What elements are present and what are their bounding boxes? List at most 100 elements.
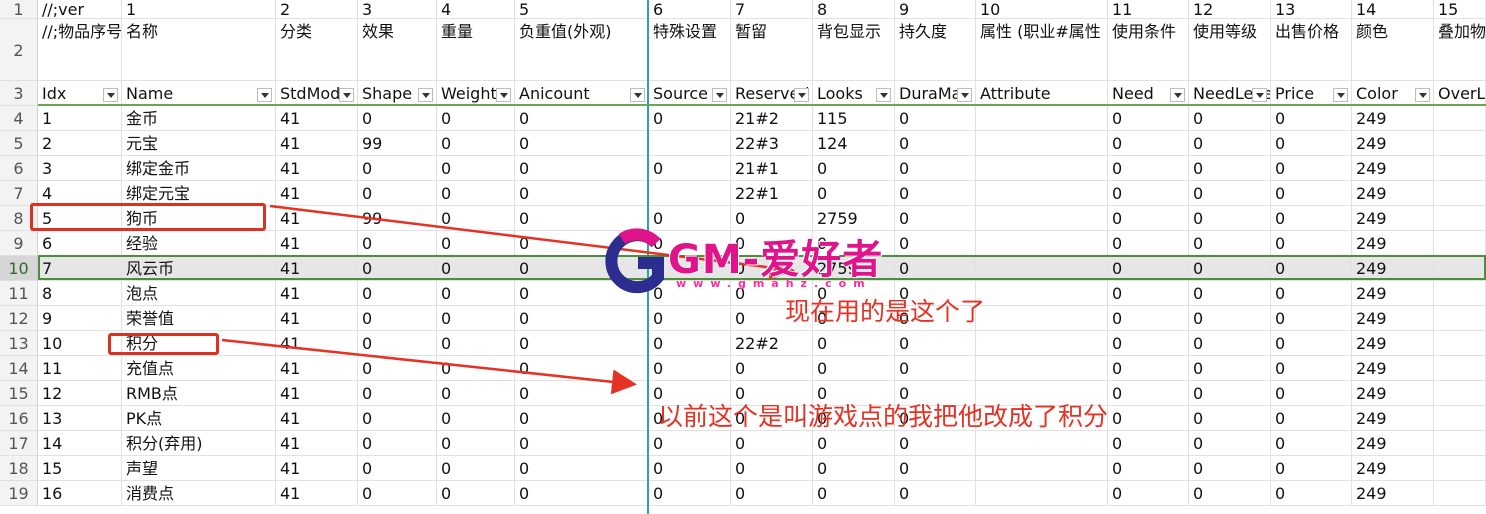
table-cell[interactable]: 249 [1352,106,1434,131]
table-cell[interactable]: 0 [813,406,895,431]
column-header-cell[interactable]: 10 [976,0,1108,19]
row-number[interactable]: 12 [0,306,38,331]
table-cell[interactable]: 21#1 [731,156,813,181]
table-cell[interactable]: 0 [649,281,731,306]
table-cell[interactable]: 0 [1271,131,1352,156]
row-number[interactable]: 2 [0,19,38,81]
column-header-cell[interactable]: Reserved [731,81,813,106]
column-header-cell[interactable]: 7 [731,0,813,19]
table-row[interactable]: 6 3 绑定金币 41 0 0 0 0 21#1 0 0 0 0 0 249 [0,156,1486,181]
table-cell[interactable] [976,481,1108,506]
table-cell[interactable]: RMB点 [122,381,276,406]
table-cell[interactable]: 0 [1108,181,1189,206]
table-cell[interactable]: 22#2 [731,331,813,356]
table-cell[interactable] [976,106,1108,131]
table-cell[interactable]: 0 [1108,381,1189,406]
column-header-cell[interactable]: Color [1352,81,1434,106]
table-cell[interactable]: 0 [1271,356,1352,381]
table-cell[interactable]: 0 [358,281,437,306]
table-row[interactable]: 5 2 元宝 41 99 0 0 22#3 124 0 0 0 0 249 [0,131,1486,156]
table-cell[interactable] [649,131,731,156]
table-cell[interactable]: 0 [649,231,731,256]
row-number[interactable]: 7 [0,181,38,206]
header-row[interactable]: 2//;物品序号 名称 分类 效果 重量 负重值(外观) 特殊设置 暂留 背包显示 持久度 属性 (… [0,19,1486,81]
table-cell[interactable]: 6 [38,231,122,256]
table-cell[interactable]: 0 [649,106,731,131]
table-row[interactable]: 19 16 消费点 41 0 0 0 0 0 0 0 0 0 0 249 [0,481,1486,506]
table-cell[interactable]: 0 [813,431,895,456]
table-cell[interactable]: 0 [731,281,813,306]
table-cell[interactable]: 115 [813,106,895,131]
table-cell[interactable] [1434,331,1486,356]
table-cell[interactable]: 0 [1271,306,1352,331]
column-header-cell[interactable]: 2 [276,0,358,19]
row-number[interactable]: 13 [0,331,38,356]
table-cell[interactable]: 0 [1189,456,1271,481]
table-cell[interactable]: 249 [1352,206,1434,231]
column-header-cell[interactable]: 8 [813,0,895,19]
table-cell[interactable]: 0 [515,306,649,331]
table-cell[interactable]: 41 [276,381,358,406]
column-header-cell[interactable]: Idx [38,81,122,106]
table-cell[interactable]: 0 [649,381,731,406]
column-header-cell[interactable]: 9 [895,0,976,19]
column-header-cell[interactable]: 13 [1271,0,1352,19]
table-cell[interactable]: 0 [1108,256,1189,281]
table-cell[interactable]: 0 [895,456,976,481]
table-cell[interactable]: 0 [437,131,515,156]
table-cell[interactable] [1434,406,1486,431]
table-row[interactable]: 12 9 荣誉值 41 0 0 0 0 0 0 0 0 0 0 249 [0,306,1486,331]
column-header-cell[interactable]: 15 [1434,0,1486,19]
table-cell[interactable]: 0 [813,306,895,331]
table-cell[interactable]: 2759 [813,256,895,281]
table-cell[interactable]: 泡点 [122,281,276,306]
table-cell[interactable]: 0 [1271,281,1352,306]
table-cell[interactable]: 0 [1108,156,1189,181]
table-cell[interactable]: 金币 [122,106,276,131]
table-cell[interactable]: 0 [1108,131,1189,156]
table-cell[interactable]: 12 [38,381,122,406]
table-cell[interactable]: 0 [895,356,976,381]
table-cell[interactable]: 0 [1189,406,1271,431]
table-cell[interactable]: 0 [1271,231,1352,256]
table-cell[interactable]: 0 [358,431,437,456]
table-cell[interactable]: 249 [1352,356,1434,381]
table-cell[interactable]: 0 [813,381,895,406]
column-header-cell[interactable]: 4 [437,0,515,19]
spreadsheet[interactable]: 1//;ver 1 2 3 4 5 6 7 8 9 10 11 12 13 14 15 2//;物品序号 名称 分类… [0,0,1486,514]
table-cell[interactable]: 13 [38,406,122,431]
table-cell[interactable]: 249 [1352,131,1434,156]
table-cell[interactable]: 0 [437,181,515,206]
table-cell[interactable]: 8 [38,281,122,306]
row-number[interactable]: 3 [0,81,38,106]
table-cell[interactable]: 0 [731,381,813,406]
table-cell[interactable] [1434,306,1486,331]
table-cell[interactable]: 0 [1189,156,1271,181]
table-cell[interactable]: 0 [731,256,813,281]
table-cell[interactable]: 249 [1352,231,1434,256]
table-cell[interactable] [1434,131,1486,156]
table-cell[interactable]: 0 [1189,131,1271,156]
table-cell[interactable] [976,331,1108,356]
column-header-cell[interactable]: 出售价格 [1271,19,1352,81]
table-cell[interactable]: 0 [813,456,895,481]
table-cell[interactable]: 0 [895,181,976,206]
column-header-cell[interactable]: 3 [358,0,437,19]
table-cell[interactable]: 0 [515,156,649,181]
table-cell[interactable] [649,181,731,206]
column-header-cell[interactable]: Attribute [976,81,1108,106]
table-cell[interactable]: 0 [437,281,515,306]
table-cell[interactable] [976,156,1108,181]
filter-dropdown-icon[interactable] [1252,88,1267,102]
table-cell[interactable]: 0 [1108,456,1189,481]
table-cell[interactable]: 0 [515,431,649,456]
table-cell[interactable]: 狗币 [122,206,276,231]
table-cell[interactable]: 0 [437,156,515,181]
table-cell[interactable]: 0 [1189,381,1271,406]
table-cell[interactable]: 0 [649,156,731,181]
table-cell[interactable]: 0 [358,156,437,181]
column-header-cell[interactable]: 暂留 [731,19,813,81]
table-cell[interactable] [1434,231,1486,256]
table-cell[interactable]: 0 [649,306,731,331]
table-cell[interactable]: 0 [813,356,895,381]
